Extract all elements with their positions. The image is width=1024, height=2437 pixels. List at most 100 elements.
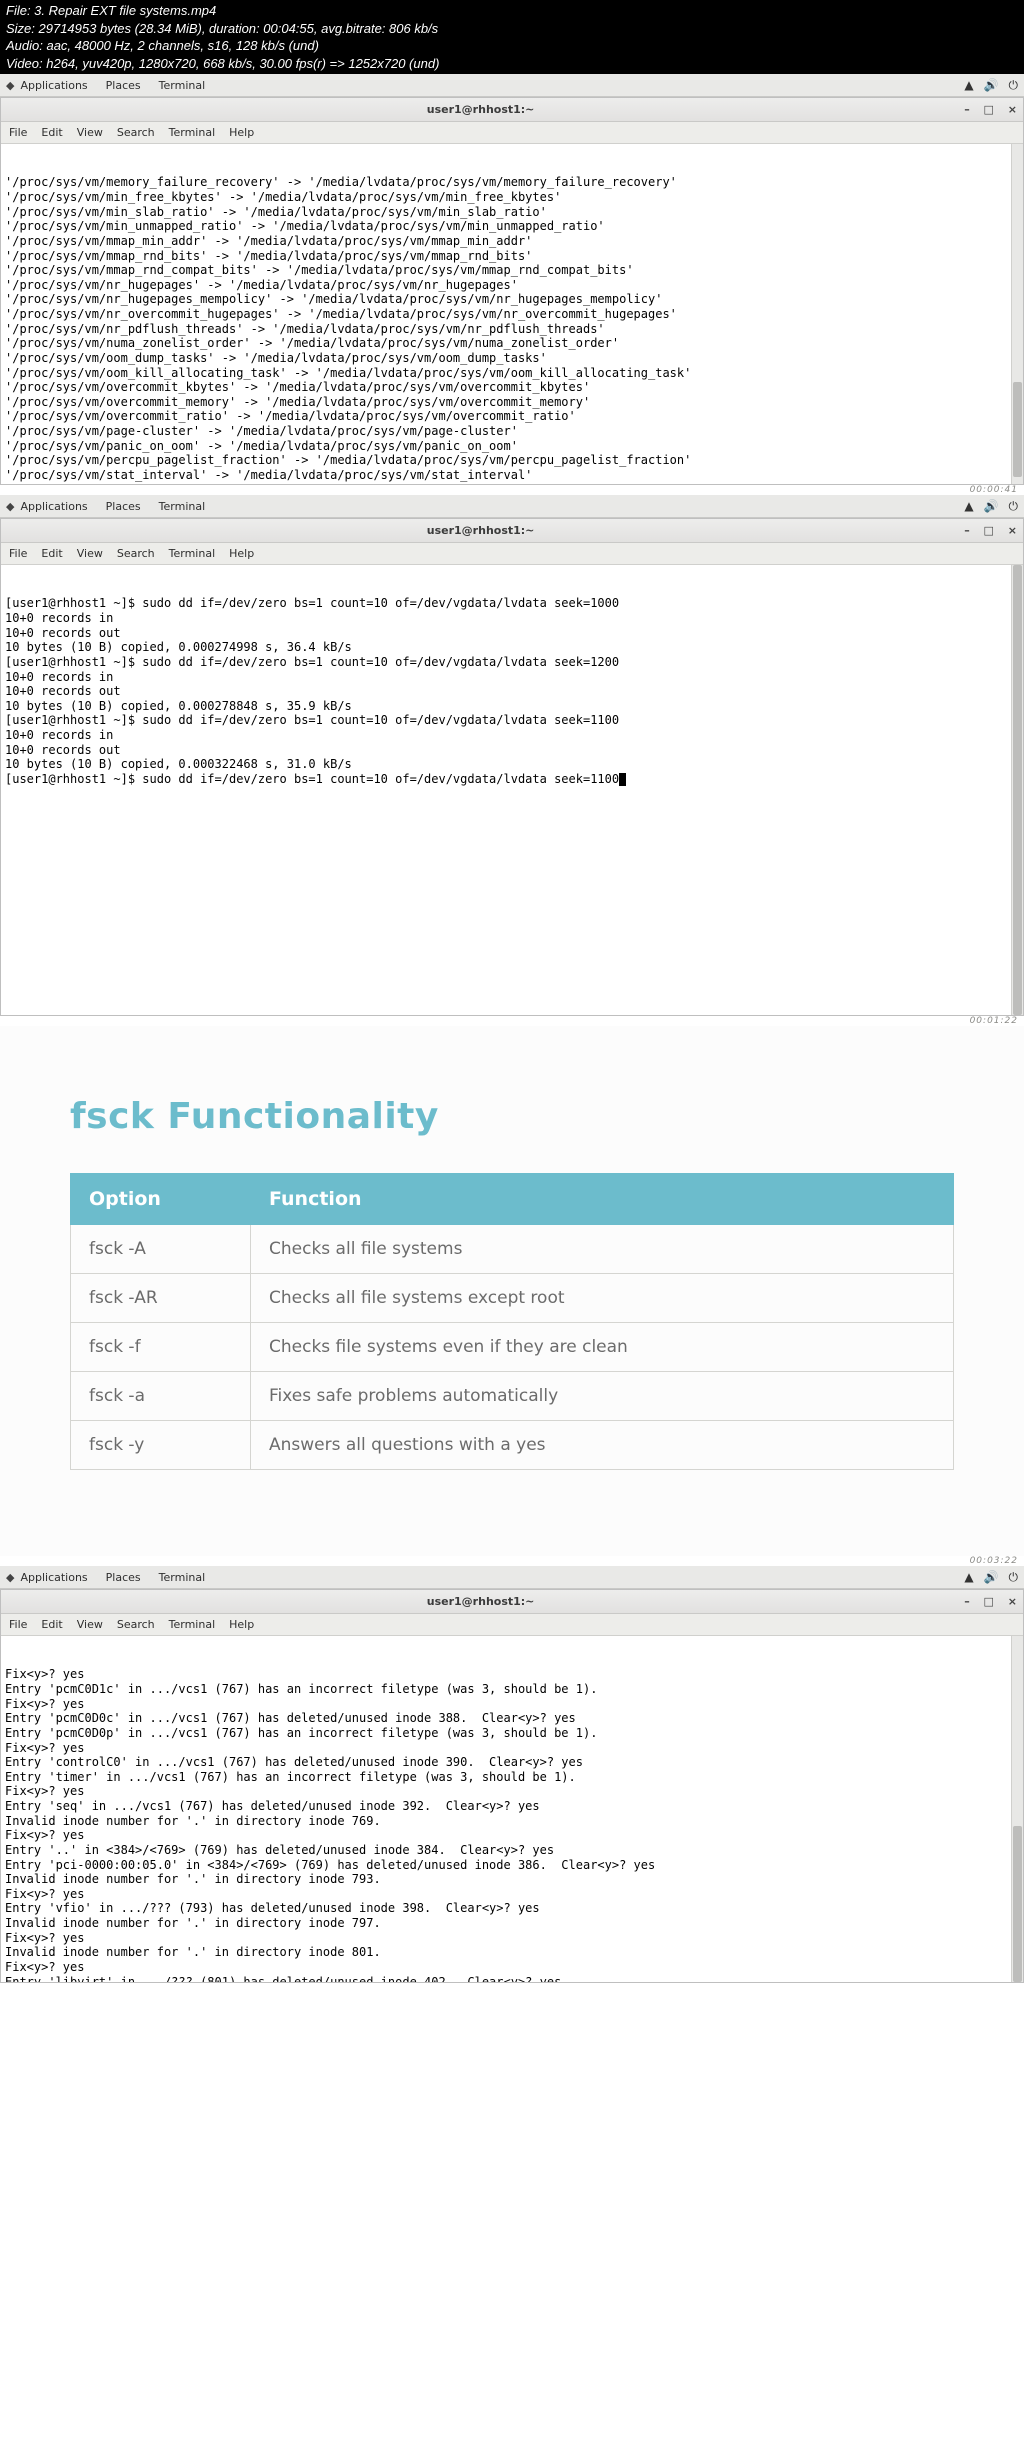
maximize-button[interactable]: □ — [984, 1595, 994, 1608]
video-audio-line: Audio: aac, 48000 Hz, 2 channels, s16, 1… — [6, 37, 1018, 55]
panel-terminal[interactable]: Terminal — [159, 500, 206, 513]
panel-terminal[interactable]: Terminal — [159, 1571, 206, 1584]
panel-places[interactable]: Places — [106, 500, 141, 513]
terminal-output-2[interactable]: [user1@rhhost1 ~]$ sudo dd if=/dev/zero … — [1, 565, 1023, 1015]
option-cell: fsck -a — [71, 1372, 251, 1421]
menu-search[interactable]: Search — [117, 547, 155, 560]
function-cell: Checks file systems even if they are cle… — [251, 1323, 954, 1372]
network-icon[interactable]: ▲ — [964, 78, 973, 93]
table-row: fsck -fChecks file systems even if they … — [71, 1323, 954, 1372]
text-cursor — [619, 773, 626, 786]
close-button[interactable]: × — [1008, 1595, 1017, 1608]
menu-help[interactable]: Help — [229, 547, 254, 560]
scrollbar[interactable] — [1011, 565, 1023, 1015]
presentation-slide: fsck Functionality Option Function fsck … — [0, 1026, 1024, 1556]
menu-edit[interactable]: Edit — [41, 126, 62, 139]
terminal-text: [user1@rhhost1 ~]$ sudo dd if=/dev/zero … — [5, 596, 1019, 786]
menu-terminal[interactable]: Terminal — [169, 1618, 216, 1631]
option-cell: fsck -y — [71, 1421, 251, 1470]
menu-terminal[interactable]: Terminal — [169, 547, 216, 560]
window-title: user1@rhhost1:~ — [7, 1595, 954, 1608]
menu-terminal[interactable]: Terminal — [169, 126, 216, 139]
terminal-output-3[interactable]: Fix<y>? yes Entry 'pcmC0D1c' in .../vcs1… — [1, 1636, 1023, 1982]
menu-edit[interactable]: Edit — [41, 547, 62, 560]
menu-help[interactable]: Help — [229, 1618, 254, 1631]
power-icon[interactable]: ⏻ — [1009, 1570, 1019, 1585]
table-header-function: Function — [251, 1174, 954, 1225]
terminal-text: Fix<y>? yes Entry 'pcmC0D1c' in .../vcs1… — [5, 1667, 1019, 1982]
table-row: fsck -aFixes safe problems automatically — [71, 1372, 954, 1421]
option-cell: fsck -AR — [71, 1274, 251, 1323]
close-button[interactable]: × — [1008, 103, 1017, 116]
terminal-menubar: File Edit View Search Terminal Help — [1, 543, 1023, 565]
table-row: fsck -yAnswers all questions with a yes — [71, 1421, 954, 1470]
terminal-window-3: user1@rhhost1:~ – □ × File Edit View Sea… — [0, 1589, 1024, 1983]
activities-icon[interactable]: ◆ — [6, 1571, 14, 1584]
function-cell: Answers all questions with a yes — [251, 1421, 954, 1470]
network-icon[interactable]: ▲ — [964, 1570, 973, 1585]
menu-file[interactable]: File — [9, 547, 27, 560]
scrollbar[interactable] — [1011, 144, 1023, 484]
menu-view[interactable]: View — [77, 126, 103, 139]
option-cell: fsck -f — [71, 1323, 251, 1372]
panel-applications[interactable]: Applications — [20, 500, 87, 513]
menu-file[interactable]: File — [9, 126, 27, 139]
menu-edit[interactable]: Edit — [41, 1618, 62, 1631]
menu-search[interactable]: Search — [117, 1618, 155, 1631]
scrollbar[interactable] — [1011, 1636, 1023, 1982]
terminal-menubar: File Edit View Search Terminal Help — [1, 122, 1023, 144]
option-cell: fsck -A — [71, 1225, 251, 1274]
titlebar[interactable]: user1@rhhost1:~ – □ × — [1, 98, 1023, 122]
minimize-button[interactable]: – — [964, 103, 970, 116]
volume-icon[interactable]: 🔊 — [984, 1570, 999, 1585]
table-row: fsck -AChecks all file systems — [71, 1225, 954, 1274]
function-cell: Fixes safe problems automatically — [251, 1372, 954, 1421]
panel-applications[interactable]: Applications — [20, 79, 87, 92]
panel-places[interactable]: Places — [106, 1571, 141, 1584]
maximize-button[interactable]: □ — [984, 103, 994, 116]
power-icon[interactable]: ⏻ — [1009, 78, 1019, 93]
table-header-option: Option — [71, 1174, 251, 1225]
function-cell: Checks all file systems — [251, 1225, 954, 1274]
power-icon[interactable]: ⏻ — [1009, 499, 1019, 514]
window-title: user1@rhhost1:~ — [7, 103, 954, 116]
video-file-line: File: 3. Repair EXT file systems.mp4 — [6, 2, 1018, 20]
volume-icon[interactable]: 🔊 — [984, 78, 999, 93]
close-button[interactable]: × — [1008, 524, 1017, 537]
volume-icon[interactable]: 🔊 — [984, 499, 999, 514]
terminal-menubar: File Edit View Search Terminal Help — [1, 1614, 1023, 1636]
maximize-button[interactable]: □ — [984, 524, 994, 537]
panel-places[interactable]: Places — [106, 79, 141, 92]
minimize-button[interactable]: – — [964, 1595, 970, 1608]
menu-search[interactable]: Search — [117, 126, 155, 139]
video-video-line: Video: h264, yuv420p, 1280x720, 668 kb/s… — [6, 55, 1018, 73]
menu-view[interactable]: View — [77, 1618, 103, 1631]
terminal-output-1[interactable]: '/proc/sys/vm/memory_failure_recovery' -… — [1, 144, 1023, 484]
panel-applications[interactable]: Applications — [20, 1571, 87, 1584]
window-title: user1@rhhost1:~ — [7, 524, 954, 537]
terminal-window-1: user1@rhhost1:~ – □ × File Edit View Sea… — [0, 97, 1024, 485]
timestamp-2: 00:01:22 — [0, 1016, 1024, 1026]
gnome-top-panel: ◆ Applications Places Terminal ▲ 🔊 ⏻ — [0, 1566, 1024, 1589]
terminal-text: '/proc/sys/vm/memory_failure_recovery' -… — [5, 175, 1019, 484]
video-metadata-header: File: 3. Repair EXT file systems.mp4 Siz… — [0, 0, 1024, 74]
titlebar[interactable]: user1@rhhost1:~ – □ × — [1, 1590, 1023, 1614]
activities-icon[interactable]: ◆ — [6, 500, 14, 513]
table-row: fsck -ARChecks all file systems except r… — [71, 1274, 954, 1323]
menu-view[interactable]: View — [77, 547, 103, 560]
panel-terminal[interactable]: Terminal — [159, 79, 206, 92]
activities-icon[interactable]: ◆ — [6, 79, 14, 92]
network-icon[interactable]: ▲ — [964, 499, 973, 514]
video-size-line: Size: 29714953 bytes (28.34 MiB), durati… — [6, 20, 1018, 38]
terminal-window-2: user1@rhhost1:~ – □ × File Edit View Sea… — [0, 518, 1024, 1016]
timestamp-1: 00:00:41 — [0, 485, 1024, 495]
timestamp-3: 00:03:22 — [0, 1556, 1024, 1566]
function-cell: Checks all file systems except root — [251, 1274, 954, 1323]
minimize-button[interactable]: – — [964, 524, 970, 537]
menu-file[interactable]: File — [9, 1618, 27, 1631]
menu-help[interactable]: Help — [229, 126, 254, 139]
titlebar[interactable]: user1@rhhost1:~ – □ × — [1, 519, 1023, 543]
gnome-top-panel: ◆ Applications Places Terminal ▲ 🔊 ⏻ — [0, 74, 1024, 97]
fsck-options-table: Option Function fsck -AChecks all file s… — [70, 1173, 954, 1470]
gnome-top-panel: ◆ Applications Places Terminal ▲ 🔊 ⏻ — [0, 495, 1024, 518]
